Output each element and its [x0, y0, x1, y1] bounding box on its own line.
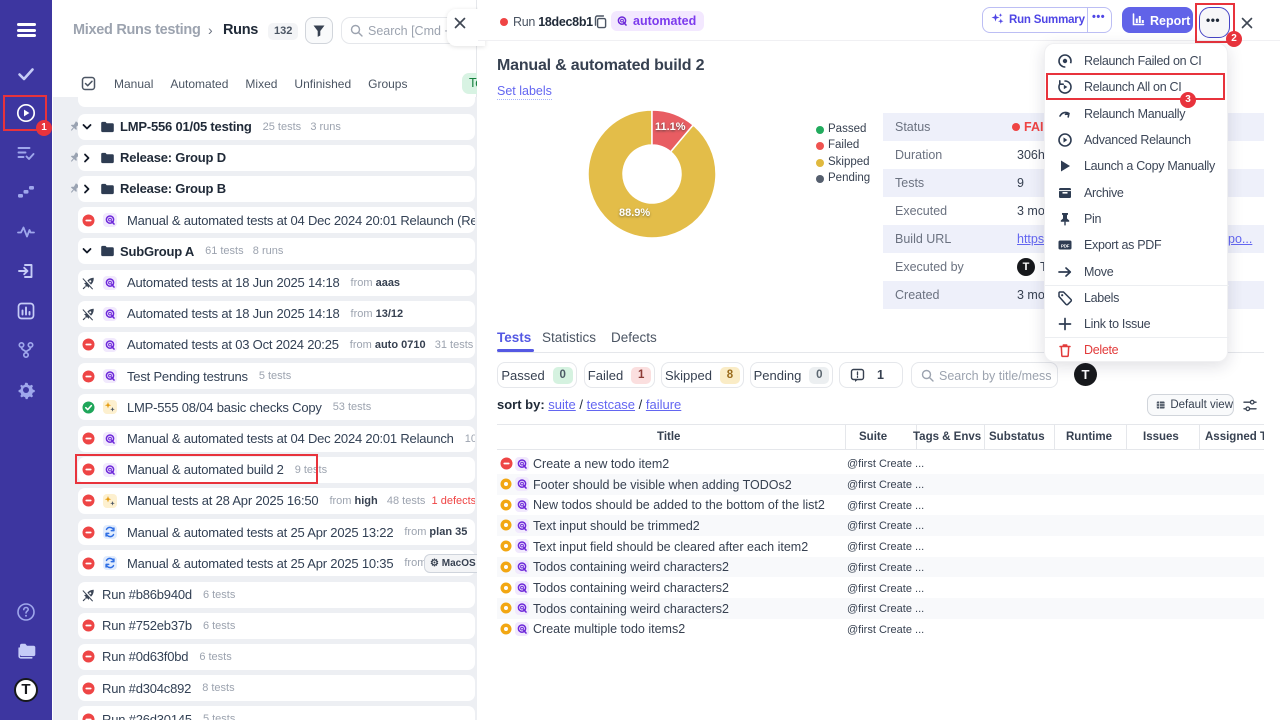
svg-text:PDF: PDF [1061, 244, 1070, 249]
